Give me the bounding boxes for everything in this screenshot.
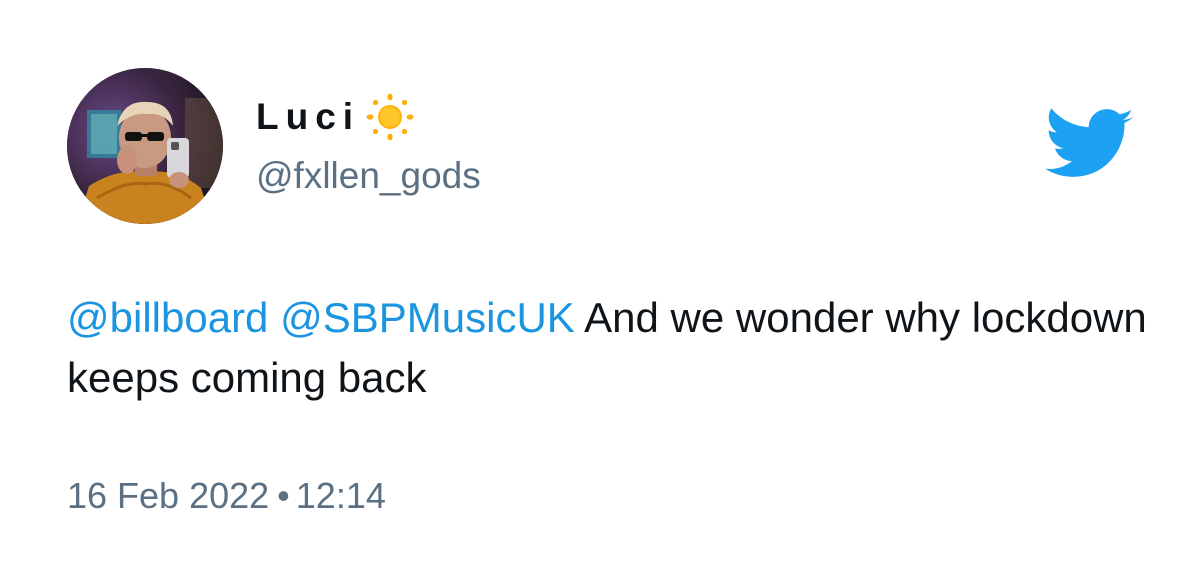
twitter-bird-icon[interactable] (1045, 108, 1135, 182)
tweet-time: 12:14 (295, 475, 386, 516)
separator-dot: • (277, 475, 290, 516)
sun-emoji-icon (364, 91, 416, 143)
tweet-timestamp[interactable]: 16 Feb 2022 • 12:14 (67, 473, 386, 519)
mention-link[interactable]: @SBPMusicUK (280, 294, 575, 341)
user-handle[interactable]: @fxllen_gods (256, 153, 481, 199)
tweet-text: @billboard @SBPMusicUK And we wonder why… (67, 288, 1147, 408)
mention-link[interactable]: @billboard (67, 294, 268, 341)
tweet-date: 16 Feb 2022 (67, 475, 270, 516)
display-name-row[interactable]: Luci (256, 91, 416, 143)
avatar-photo (67, 68, 223, 224)
avatar[interactable] (67, 68, 223, 224)
tweet-card: Luci @fxllen_gods @billboard @SBPMusicUK… (0, 0, 1200, 585)
display-name[interactable]: Luci (256, 94, 360, 140)
